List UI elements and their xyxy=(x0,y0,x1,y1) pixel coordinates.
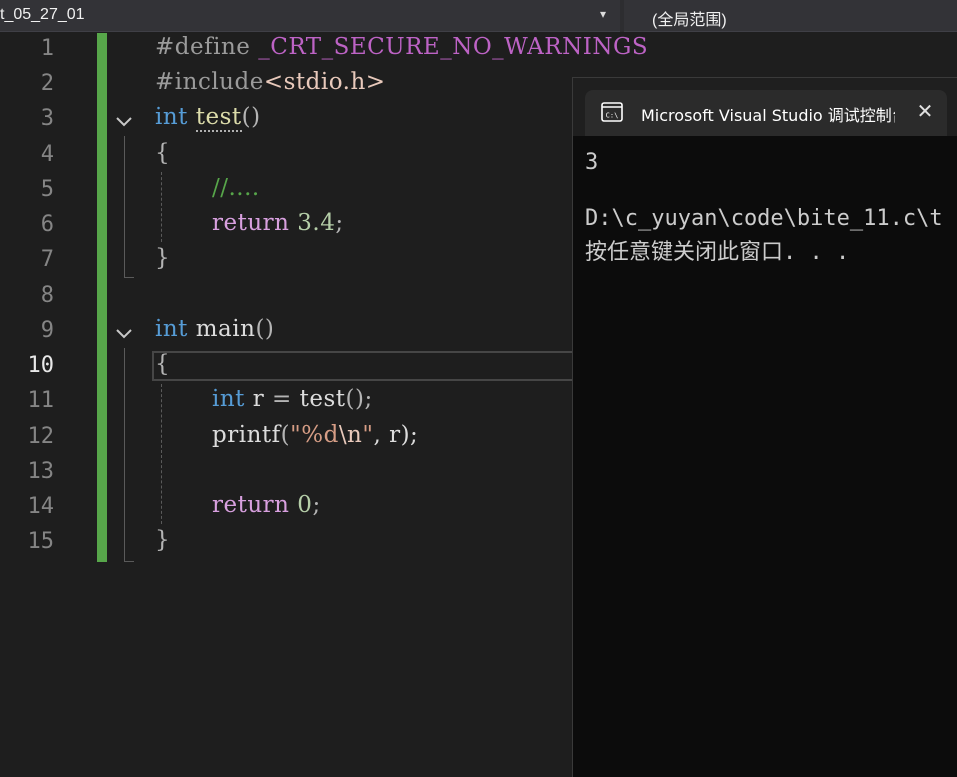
scope-dropdown[interactable]: (全局范围) xyxy=(624,0,957,32)
fold-guide xyxy=(124,277,134,278)
console-output-line: 3 xyxy=(585,150,599,175)
indent-guide xyxy=(161,172,162,242)
project-dropdown[interactable]: t_05_27_01 ▾ xyxy=(0,0,620,32)
terminal-icon: C:\ xyxy=(601,102,623,122)
line-number: 8 xyxy=(40,283,54,308)
scope-dropdown-label: (全局范围) xyxy=(652,12,727,29)
project-dropdown-label: t_05_27_01 xyxy=(0,6,85,23)
change-tracking-bar xyxy=(97,33,107,562)
collapse-chevron-icon[interactable] xyxy=(113,322,135,344)
code-line: { xyxy=(155,351,171,377)
code-line: #include<stdio.h> xyxy=(155,69,386,95)
code-line: return 3.4; xyxy=(212,210,344,236)
chevron-down-icon[interactable]: ▾ xyxy=(600,7,606,21)
code-line: { xyxy=(155,140,171,166)
svg-text:C:\: C:\ xyxy=(606,112,619,120)
line-number: 9 xyxy=(40,318,54,343)
line-number: 1 xyxy=(40,36,54,61)
console-tab-title: Microsoft Visual Studio 调试控制台 xyxy=(641,106,895,125)
line-number: 11 xyxy=(27,388,55,413)
collapse-chevron-icon[interactable] xyxy=(113,110,135,132)
indent-guide xyxy=(161,384,162,524)
line-number: 15 xyxy=(27,529,55,554)
fold-guide xyxy=(124,561,134,562)
line-number: 4 xyxy=(40,142,54,167)
line-number: 5 xyxy=(40,177,54,202)
console-output-line: 按任意键关闭此窗口. . . xyxy=(585,240,850,265)
console-tab-strip: C:\ Microsoft Visual Studio 调试控制台 ✕ xyxy=(573,78,957,136)
code-line: int main() xyxy=(155,316,275,342)
warning-squiggle[interactable]: test xyxy=(195,104,242,132)
debug-console-window[interactable]: C:\ Microsoft Visual Studio 调试控制台 ✕ 3 D:… xyxy=(572,77,957,777)
console-tab[interactable]: C:\ Microsoft Visual Studio 调试控制台 ✕ xyxy=(585,90,947,136)
code-line: int r = test(); xyxy=(212,386,373,412)
code-line: return 0; xyxy=(212,492,321,518)
navigation-bar: t_05_27_01 ▾ (全局范围) xyxy=(0,0,957,32)
code-line: #define _CRT_SECURE_NO_WARNINGS xyxy=(155,34,649,60)
line-number-active: 10 xyxy=(27,353,55,378)
code-line: //.... xyxy=(212,175,260,201)
line-number: 3 xyxy=(40,106,54,131)
code-line: int test() xyxy=(155,104,261,132)
close-icon[interactable]: ✕ xyxy=(915,102,935,122)
code-line: } xyxy=(155,245,171,271)
code-line: } xyxy=(155,527,171,553)
fold-guide xyxy=(124,136,125,277)
line-number: 2 xyxy=(40,71,54,96)
fold-guide xyxy=(124,348,125,561)
line-number: 7 xyxy=(40,247,54,272)
current-line-highlight xyxy=(152,351,582,381)
console-output-line: D:\c_yuyan\code\bite_11.c\t xyxy=(585,206,943,231)
code-line: printf("%d\n", r); xyxy=(212,422,419,448)
line-number: 13 xyxy=(27,459,55,484)
line-number: 14 xyxy=(27,494,55,519)
line-number: 12 xyxy=(27,424,55,449)
line-number: 6 xyxy=(40,212,54,237)
